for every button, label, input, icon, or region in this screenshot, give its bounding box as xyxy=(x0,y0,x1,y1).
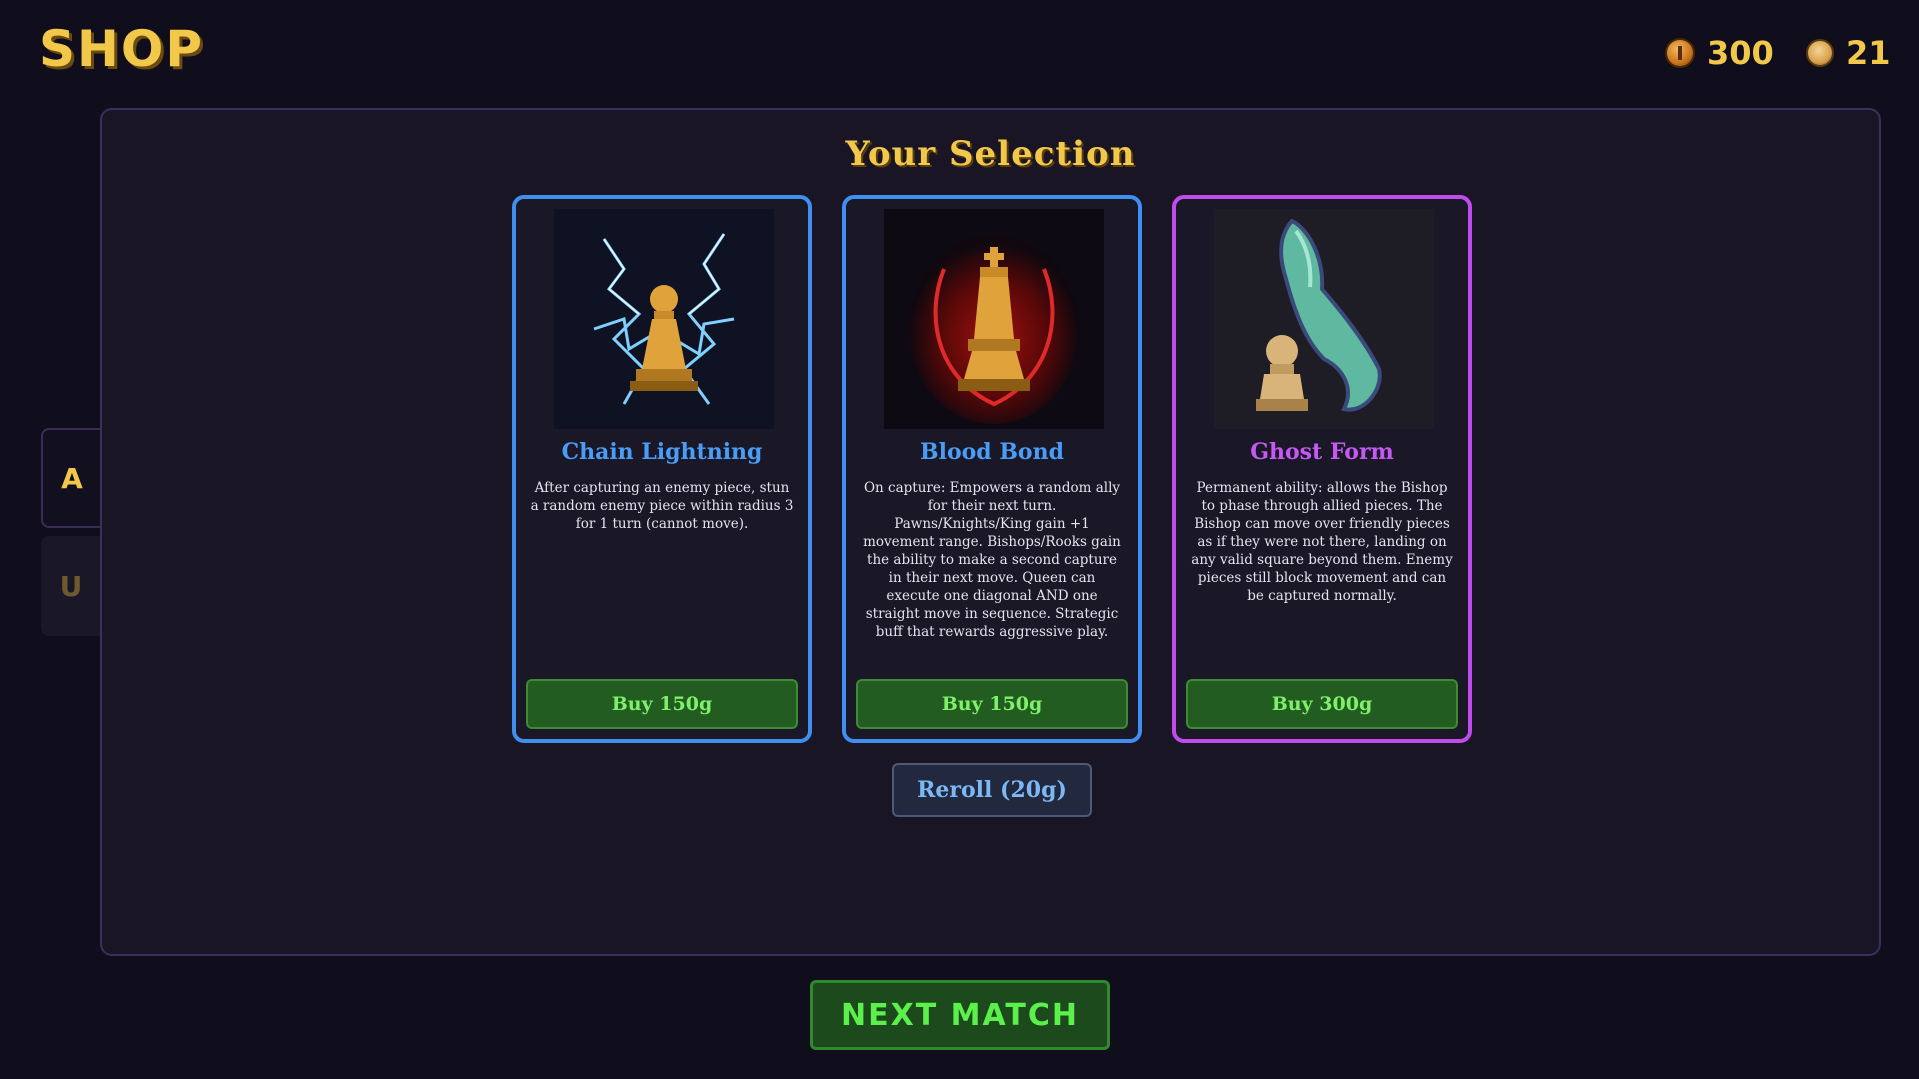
coin-icon xyxy=(1665,38,1695,68)
buy-button-ghost-form[interactable]: Buy 300g xyxy=(1186,679,1458,729)
shop-screen: SHOP 300 21 A U Your Selection Chain Lig… xyxy=(0,0,1919,1079)
card-name: Chain Lightning xyxy=(561,439,763,465)
selection-title: Your Selection xyxy=(845,134,1136,174)
card-description: After capturing an enemy piece, stun a r… xyxy=(530,480,794,532)
pawn-lightning-icon xyxy=(554,209,774,429)
reroll-button[interactable]: Reroll (20g) xyxy=(892,763,1092,817)
ghost-bishop-icon xyxy=(1214,209,1434,429)
token-icon xyxy=(1806,39,1834,67)
selection-panel: Your Selection Chain Lightning After cap… xyxy=(100,108,1881,956)
next-match-button[interactable]: NEXT MATCH xyxy=(810,980,1110,1050)
card-name: Ghost Form xyxy=(1250,439,1394,465)
card-name: Blood Bond xyxy=(920,439,1064,465)
side-tab-a[interactable]: A xyxy=(41,428,101,528)
gold-counter: 300 xyxy=(1665,34,1774,72)
gold-amount: 300 xyxy=(1707,34,1774,72)
card-blood-bond[interactable]: Blood Bond On capture: Empowers a random… xyxy=(842,195,1142,743)
card-chain-lightning[interactable]: Chain Lightning After capturing an enemy… xyxy=(512,195,812,743)
shop-title: SHOP xyxy=(39,20,205,78)
card-description: On capture: Empowers a random ally for t… xyxy=(863,480,1121,640)
token-counter: 21 xyxy=(1806,34,1891,72)
king-blood-aura-icon xyxy=(884,209,1104,429)
card-description: Permanent ability: allows the Bishop to … xyxy=(1191,480,1453,604)
token-amount: 21 xyxy=(1846,34,1891,72)
side-tab-u[interactable]: U xyxy=(41,536,101,636)
card-ghost-form[interactable]: Ghost Form Permanent ability: allows the… xyxy=(1172,195,1472,743)
buy-button-chain-lightning[interactable]: Buy 150g xyxy=(526,679,798,729)
buy-button-blood-bond[interactable]: Buy 150g xyxy=(856,679,1128,729)
